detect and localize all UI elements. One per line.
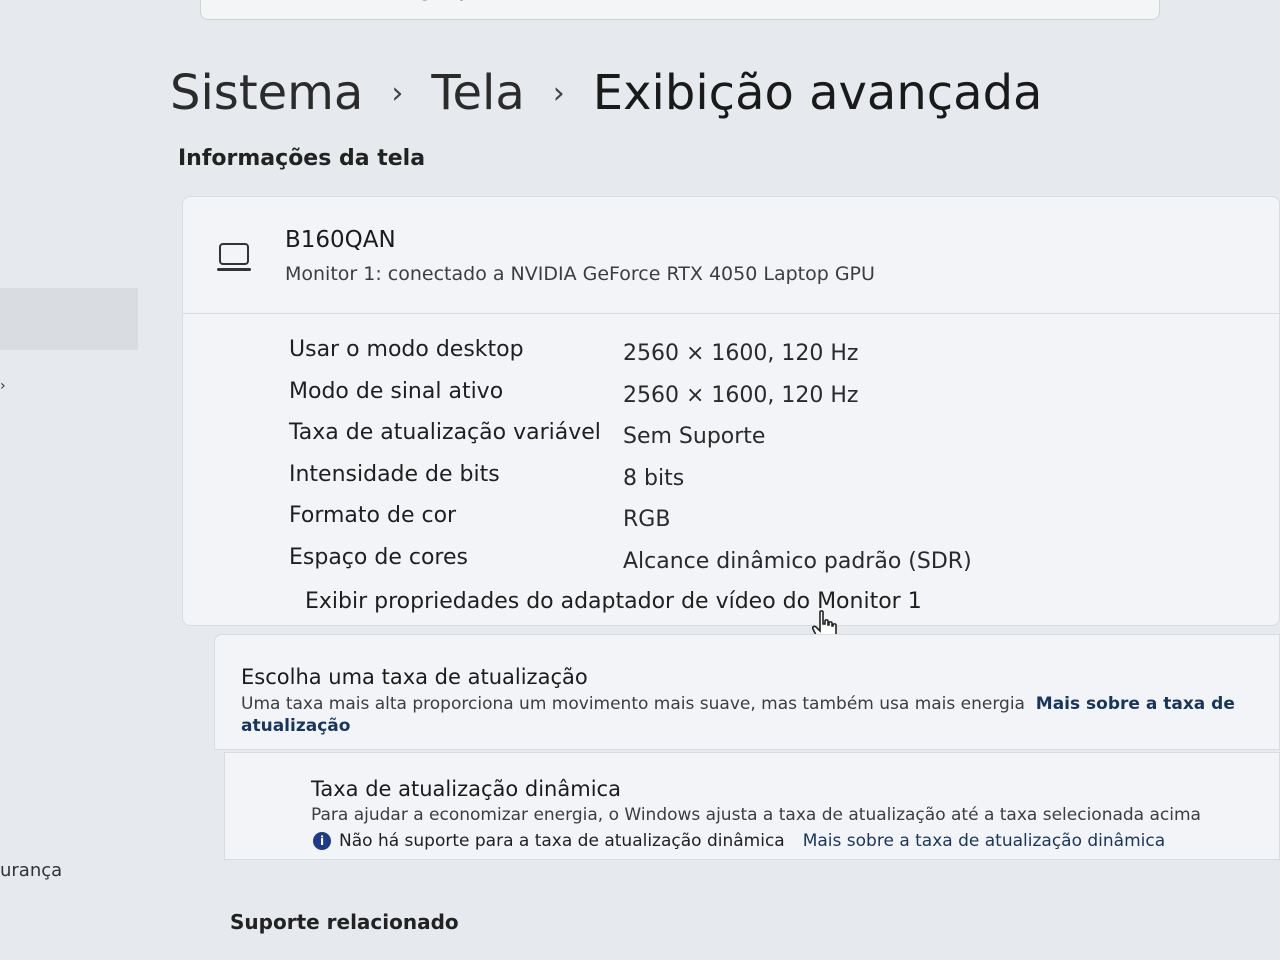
dynamic-refresh-card[interactable]: Taxa de atualização dinâmica Para ajudar… [224, 752, 1280, 860]
section-title-display-info: Informações da tela [178, 146, 426, 171]
property-label: Formato de cor [289, 503, 457, 528]
refresh-rate-text: Uma taxa mais alta proporciona um movime… [241, 694, 1025, 714]
dynamic-refresh-learn-more-link[interactable]: Mais sobre a taxa de atualização dinâmic… [803, 831, 1165, 851]
property-value: 8 bits [623, 465, 685, 491]
property-value: 2560 × 1600, 120 Hz [623, 341, 859, 366]
monitor-name: B160QAN [285, 227, 396, 253]
info-icon: i [313, 832, 331, 850]
property-label: Usar o modo desktop [289, 337, 524, 362]
section-title-related-support: Suporte relacionado [230, 910, 459, 934]
property-value: 2560 × 1600, 120 Hz [623, 382, 859, 408]
breadcrumb-system[interactable]: Sistema [170, 65, 363, 121]
monitor-header: B160QAN Monitor 1: conectado a NVIDIA Ge… [183, 197, 1279, 314]
search-input[interactable]: Localizar uma configuração [200, 0, 1160, 20]
sidebar-item-security[interactable]: urança [0, 860, 62, 881]
property-label: Taxa de atualização variável [289, 420, 601, 445]
display-info-card: B160QAN Monitor 1: conectado a NVIDIA Ge… [182, 196, 1280, 626]
page-title: Exibição avançada [592, 65, 1043, 121]
refresh-rate-description: Uma taxa mais alta proporciona um movime… [241, 693, 1271, 737]
monitor-description: Monitor 1: conectado a NVIDIA GeForce RT… [285, 263, 875, 285]
breadcrumb-display[interactable]: Tela [431, 65, 524, 121]
dynamic-refresh-unsupported-text: Não há suporte para a taxa de atualizaçã… [339, 831, 785, 851]
property-value: RGB [623, 507, 671, 532]
chevron-right-icon: › [552, 75, 565, 111]
property-label: Modo de sinal ativo [289, 378, 504, 404]
property-value: Sem Suporte [623, 424, 766, 449]
breadcrumb: Sistema › Tela › Exibição avançada [170, 58, 1042, 128]
property-label: Espaço de cores [289, 544, 468, 570]
property-value: Alcance dinâmico padrão (SDR) [623, 548, 972, 574]
sidebar-icon: › [0, 378, 6, 394]
chevron-right-icon: › [391, 75, 404, 111]
refresh-rate-title: Escolha uma taxa de atualização [241, 665, 588, 689]
dynamic-refresh-title: Taxa de atualização dinâmica [311, 777, 621, 801]
sidebar-selected-item[interactable] [0, 288, 138, 350]
dynamic-refresh-note: i Não há suporte para a taxa de atualiza… [313, 831, 1165, 851]
monitor-icon [217, 243, 251, 271]
refresh-rate-card[interactable]: Escolha uma taxa de atualização Uma taxa… [214, 634, 1280, 750]
dynamic-refresh-description: Para ajudar a economizar energia, o Wind… [311, 805, 1201, 825]
property-label: Intensidade de bits [289, 461, 500, 487]
